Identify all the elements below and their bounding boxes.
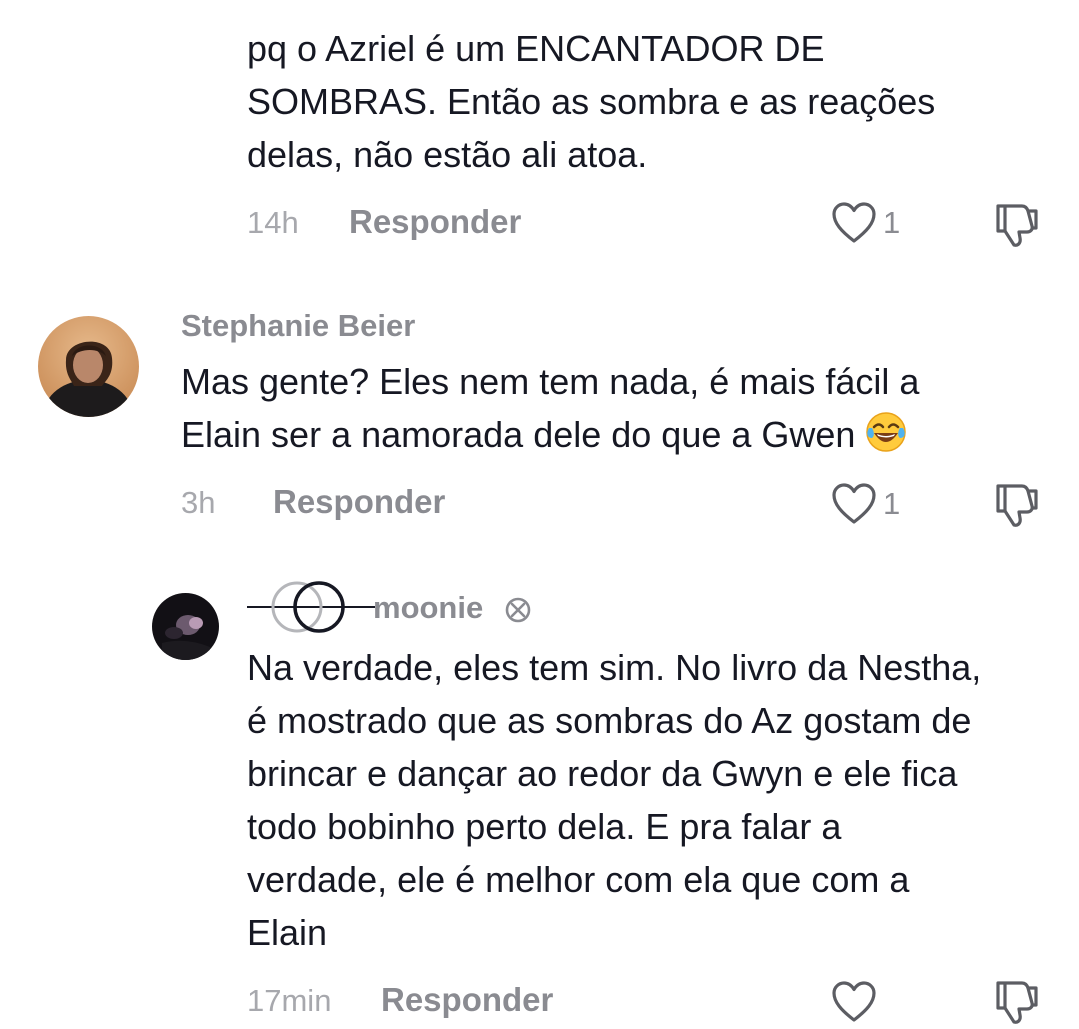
comment-timestamp: 17min — [247, 983, 332, 1018]
interlocking-circles-icon — [247, 581, 375, 633]
username-decoration — [247, 580, 375, 639]
like-count: 1 — [883, 205, 901, 240]
x-circle-icon — [505, 597, 531, 623]
dislike-button[interactable] — [992, 480, 1042, 535]
like-button[interactable] — [831, 980, 883, 1024]
reply-button[interactable]: Responder — [273, 483, 445, 521]
reply-button[interactable]: Responder — [381, 981, 553, 1019]
comment-text: Mas gente? Eles nem tem nada, é mais fác… — [181, 361, 920, 455]
comment-text: pq o Azriel é um ENCANTADOR DE SOMBRAS. … — [247, 28, 936, 175]
dislike-button[interactable] — [992, 977, 1042, 1029]
heart-outline-icon — [832, 483, 876, 524]
thumbs-down-icon — [996, 204, 1038, 247]
dislike-button[interactable] — [992, 200, 1042, 255]
comment-username[interactable]: moonie — [373, 590, 483, 626]
comment-timestamp: 14h — [247, 205, 299, 240]
face-with-tears-of-joy-icon — [865, 411, 907, 453]
heart-outline-icon — [832, 981, 876, 1022]
thumbs-down-icon — [996, 484, 1038, 527]
like-button[interactable]: 1 — [831, 201, 900, 245]
avatar[interactable] — [38, 316, 139, 417]
avatar[interactable] — [152, 593, 219, 660]
like-count: 1 — [883, 486, 901, 521]
thumbs-down-icon — [996, 981, 1038, 1024]
like-button[interactable]: 1 — [831, 482, 900, 526]
heart-outline-icon — [832, 202, 876, 243]
reply-button[interactable]: Responder — [349, 203, 521, 241]
comment-username[interactable]: Stephanie Beier — [181, 308, 415, 344]
comment-text: Na verdade, eles tem sim. No livro da Ne… — [247, 647, 982, 953]
comment-timestamp: 3h — [181, 485, 216, 520]
